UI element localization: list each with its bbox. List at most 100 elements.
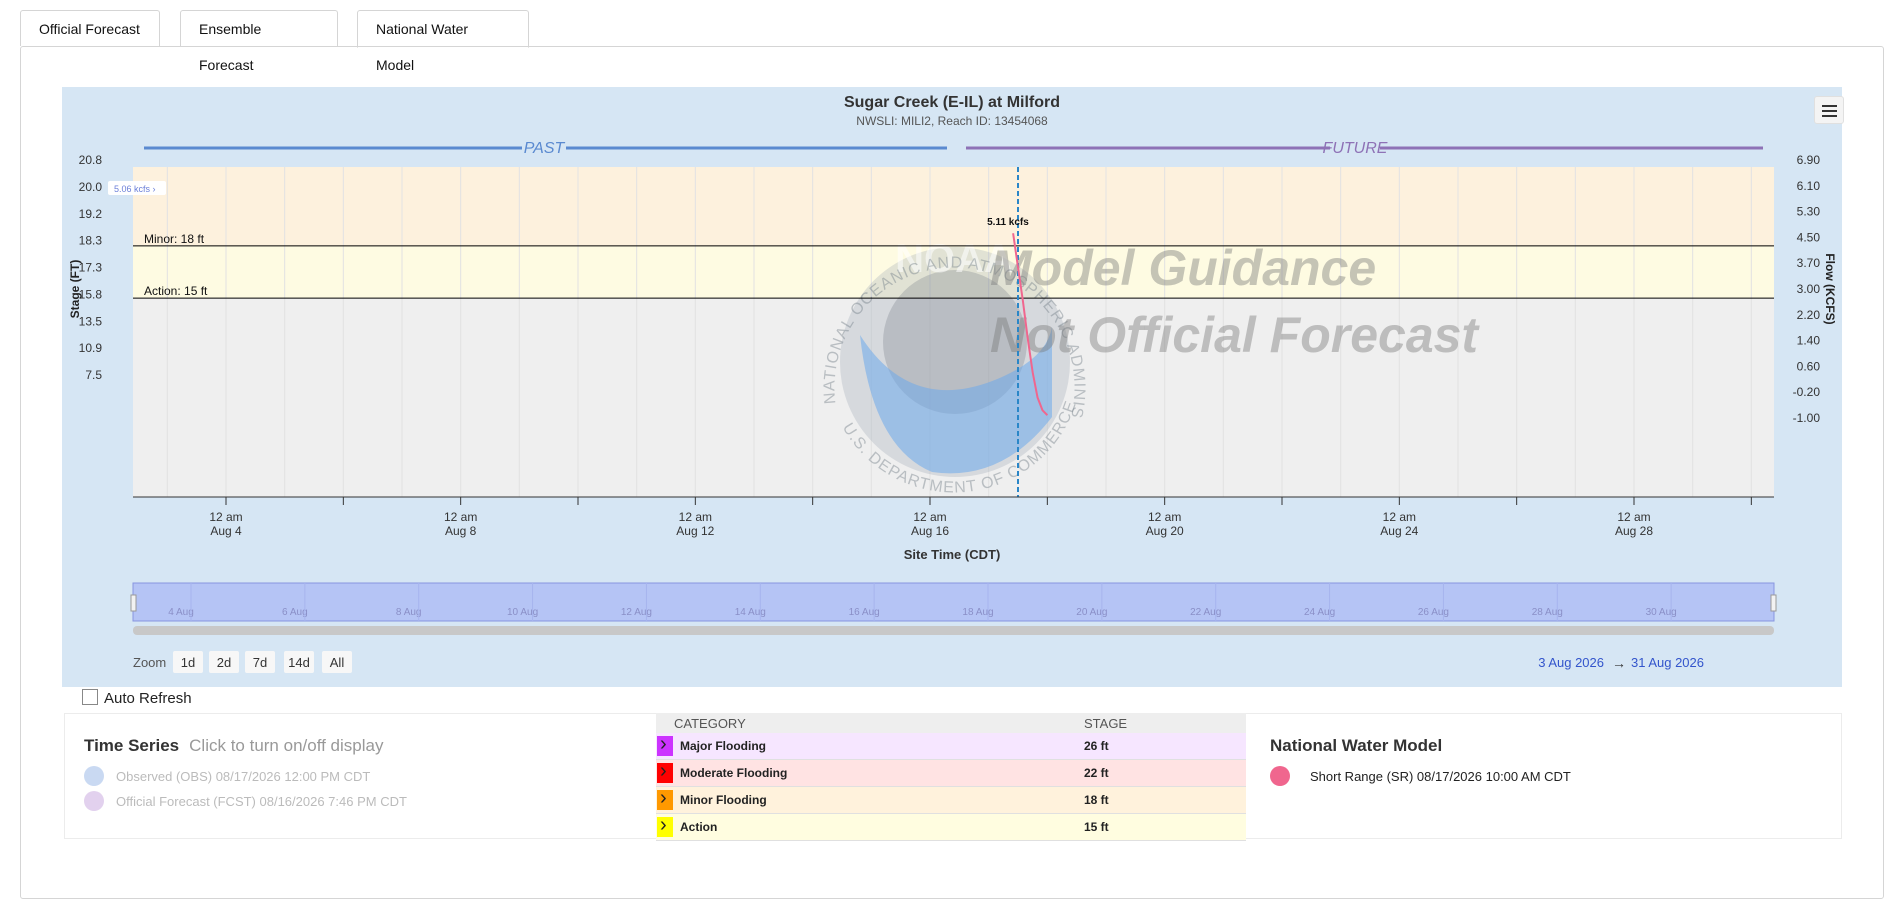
range-to-input: 31 Aug 2026 xyxy=(1631,655,1704,670)
category-stage: 18 ft xyxy=(1084,786,1246,814)
x-tick-label-time: 12 am xyxy=(444,510,477,524)
navigator-window[interactable] xyxy=(132,582,1775,622)
legend-item-label: Short Range (SR) 08/17/2026 10:00 AM CDT xyxy=(1310,769,1571,784)
tab-national-water-model[interactable]: National Water Model xyxy=(357,10,529,73)
legend-item-label: Observed (OBS) 08/17/2026 12:00 PM CDT xyxy=(116,769,371,784)
x-tick-label-date: Aug 16 xyxy=(911,524,949,538)
y-right-tick-label: 0.60 xyxy=(1797,359,1821,373)
category-stage: 15 ft xyxy=(1084,813,1246,841)
action-threshold-label: Action: 15 ft xyxy=(144,284,208,298)
navigator-tick-label: 28 Aug xyxy=(1532,607,1563,618)
auto-refresh-label: Auto Refresh xyxy=(104,690,192,707)
navigator-scrollbar[interactable] xyxy=(133,626,1774,635)
x-tick-label-time: 12 am xyxy=(913,510,946,524)
y-right-tick-label: 1.40 xyxy=(1797,334,1821,348)
y-right-tick-label: 6.90 xyxy=(1797,153,1821,167)
navigator-handle-left[interactable] xyxy=(130,594,137,612)
navigator-tick-label: 10 Aug xyxy=(507,607,538,618)
auto-refresh[interactable]: Auto Refresh xyxy=(82,689,192,707)
legend-item-observed[interactable]: Observed (OBS) 08/17/2026 12:00 PM CDT xyxy=(84,766,370,786)
col-category-header: CATEGORY xyxy=(674,713,1084,733)
nwm-title: National Water Model xyxy=(1270,736,1443,755)
tab-ensemble-forecast[interactable]: Ensemble Forecast xyxy=(180,10,338,73)
navigator-tick-label: 4 Aug xyxy=(168,607,194,618)
navigator-tick-label: 12 Aug xyxy=(621,607,652,618)
navigator-tick-label: 8 Aug xyxy=(396,607,422,618)
category-row: Major Flooding 26 ft xyxy=(656,733,1246,760)
navigator-handle-right[interactable] xyxy=(1770,594,1777,612)
past-label: PAST xyxy=(524,140,566,157)
flood-category-table: CATEGORY STAGE Major Flooding 26 ft Mode… xyxy=(656,713,1246,841)
x-tick-label-time: 12 am xyxy=(209,510,242,524)
x-tick-label-date: Aug 28 xyxy=(1615,524,1653,538)
zoom-button-label: 14d xyxy=(288,655,310,670)
minor-threshold-label: Minor: 18 ft xyxy=(144,232,205,246)
moderate-flooding-swatch-icon xyxy=(657,760,673,783)
category-name: Action xyxy=(674,813,1084,841)
x-tick-label-date: Aug 12 xyxy=(676,524,714,538)
y-left-tick-label: 18.3 xyxy=(79,234,103,248)
zoom-button-label: 1d xyxy=(181,655,195,670)
y-right-tick-label: 3.70 xyxy=(1797,256,1821,270)
y-right-tick-label: -0.20 xyxy=(1793,385,1821,399)
y-right-axis-title: Flow (KCFS) xyxy=(1823,253,1837,324)
zoom-button-label: 2d xyxy=(217,655,231,670)
y-right-tick-label: 6.10 xyxy=(1797,179,1821,193)
category-row: Moderate Flooding 22 ft xyxy=(656,759,1246,787)
navigator-tick-label: 6 Aug xyxy=(282,607,308,618)
action-swatch-icon xyxy=(657,814,673,837)
tab-official-forecast[interactable]: Official Forecast xyxy=(20,10,160,46)
x-tick-label-time: 12 am xyxy=(1148,510,1181,524)
time-series-title: Time Series xyxy=(84,736,180,755)
chart-menu-button[interactable] xyxy=(1814,96,1844,124)
legend-item-label: Official Forecast (FCST) 08/16/2026 7:46… xyxy=(116,794,407,809)
y-right-tick-label: -1.00 xyxy=(1793,411,1821,425)
y-left-tick-label: 15.8 xyxy=(79,287,103,301)
x-tick-label-date: Aug 20 xyxy=(1146,524,1184,538)
range-arrow-icon: → xyxy=(1612,655,1626,671)
future-label: FUTURE xyxy=(1323,140,1388,157)
navigator-tick-label: 30 Aug xyxy=(1646,607,1677,618)
nav-flag-label: 5.06 kcfs › xyxy=(114,184,156,194)
minor-flooding-swatch-icon xyxy=(657,787,673,810)
y-right-tick-label: 4.50 xyxy=(1797,230,1821,244)
chart-subtitle: NWSLI: MILI2, Reach ID: 13454068 xyxy=(856,114,1048,128)
x-tick-label-time: 12 am xyxy=(679,510,712,524)
time-series-legend: Time Series Click to turn on/off display … xyxy=(84,736,407,811)
y-right-tick-label: 5.30 xyxy=(1797,205,1821,219)
nwm-legend: National Water Model Short Range (SR) 08… xyxy=(1270,736,1571,786)
short-range-dot-icon xyxy=(1270,766,1290,786)
x-axis-title: Site Time (CDT) xyxy=(904,547,1001,562)
y-left-tick-label: 17.3 xyxy=(79,261,103,275)
hydrograph-chart: Sugar Creek (E-IL) at Milford NWSLI: MILI… xyxy=(55,74,1837,673)
col-stage-header: STAGE xyxy=(1084,713,1246,733)
x-tick-label-time: 12 am xyxy=(1383,510,1416,524)
zoom-button-label: All xyxy=(330,655,345,670)
zoom-label: Zoom xyxy=(133,655,166,670)
category-stage: 22 ft xyxy=(1084,759,1246,787)
y-left-axis-title: Stage (FT) xyxy=(68,260,82,319)
legend-item-short-range[interactable]: Short Range (SR) 08/17/2026 10:00 AM CDT xyxy=(1270,766,1571,786)
chart-container: Sugar Creek (E-IL) at Milford NWSLI: MILI… xyxy=(55,74,1842,687)
observed-dot-icon xyxy=(84,766,104,786)
zoom-button-label: 7d xyxy=(253,655,267,670)
range-from-input: 3 Aug 2026 xyxy=(1538,655,1604,670)
navigator-tick-label: 26 Aug xyxy=(1418,607,1449,618)
flow-callout-label: 5.11 kcfs xyxy=(987,217,1029,228)
major-flooding-swatch-icon xyxy=(657,733,673,756)
category-name: Minor Flooding xyxy=(674,786,1084,814)
y-left-tick-label: 19.2 xyxy=(79,207,103,221)
x-tick-label-date: Aug 24 xyxy=(1380,524,1418,538)
y-left-tick-label: 7.5 xyxy=(85,368,102,382)
navigator-tick-label: 18 Aug xyxy=(962,607,993,618)
legend-item-official-forecast[interactable]: Official Forecast (FCST) 08/16/2026 7:46… xyxy=(84,791,407,811)
x-tick-label-date: Aug 8 xyxy=(445,524,477,538)
category-name: Major Flooding xyxy=(674,733,1084,760)
y-left-tick-label: 13.5 xyxy=(79,314,103,328)
navigator-tick-label: 14 Aug xyxy=(735,607,766,618)
y-left-tick-label: 20.8 xyxy=(79,153,103,167)
category-row: Action 15 ft xyxy=(656,813,1246,841)
chart-title: Sugar Creek (E-IL) at Milford xyxy=(844,94,1060,111)
auto-refresh-checkbox[interactable] xyxy=(82,689,98,705)
navigator-tick-label: 24 Aug xyxy=(1304,607,1335,618)
